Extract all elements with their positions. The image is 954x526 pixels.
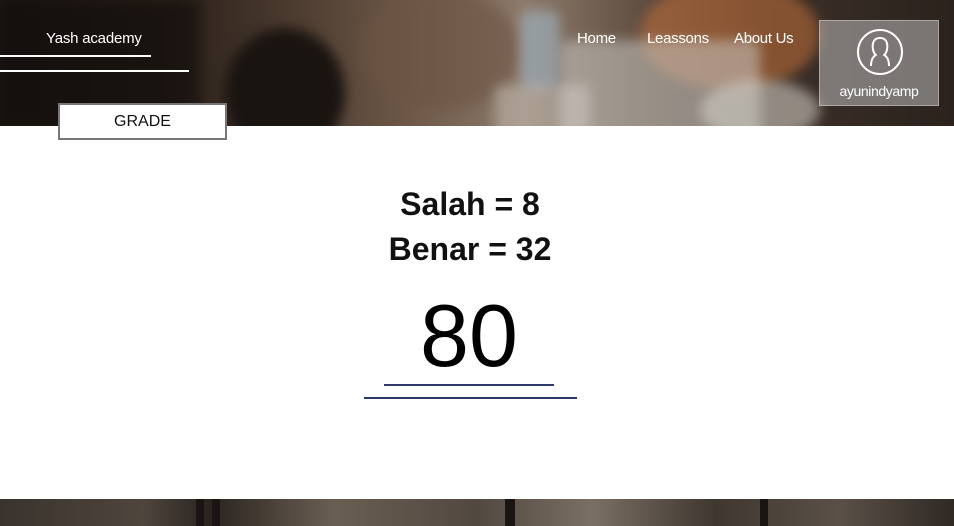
correct-count: Benar = 32 [388, 231, 552, 267]
score-underline-short [384, 384, 554, 386]
wrong-count: Salah = 8 [400, 186, 540, 222]
nav-lessons-link[interactable]: Leassons [647, 30, 709, 47]
score-underline-long [364, 397, 577, 399]
brand-underline-bottom [0, 70, 189, 72]
score-value: 80 [420, 286, 518, 385]
profile-button[interactable]: ayunindyamp [819, 20, 939, 106]
nav-home-link[interactable]: Home [577, 30, 616, 47]
profile-username: ayunindyamp [839, 83, 919, 99]
brand-underline-top [0, 55, 151, 57]
grade-tab[interactable]: GRADE [58, 103, 227, 140]
footer-background-photo [0, 499, 954, 526]
page: Yash academy Home Leassons About Us ayun… [0, 0, 954, 526]
nav-about-link[interactable]: About Us [734, 30, 794, 47]
brand-name[interactable]: Yash academy [46, 30, 142, 47]
user-avatar-icon [857, 29, 903, 75]
